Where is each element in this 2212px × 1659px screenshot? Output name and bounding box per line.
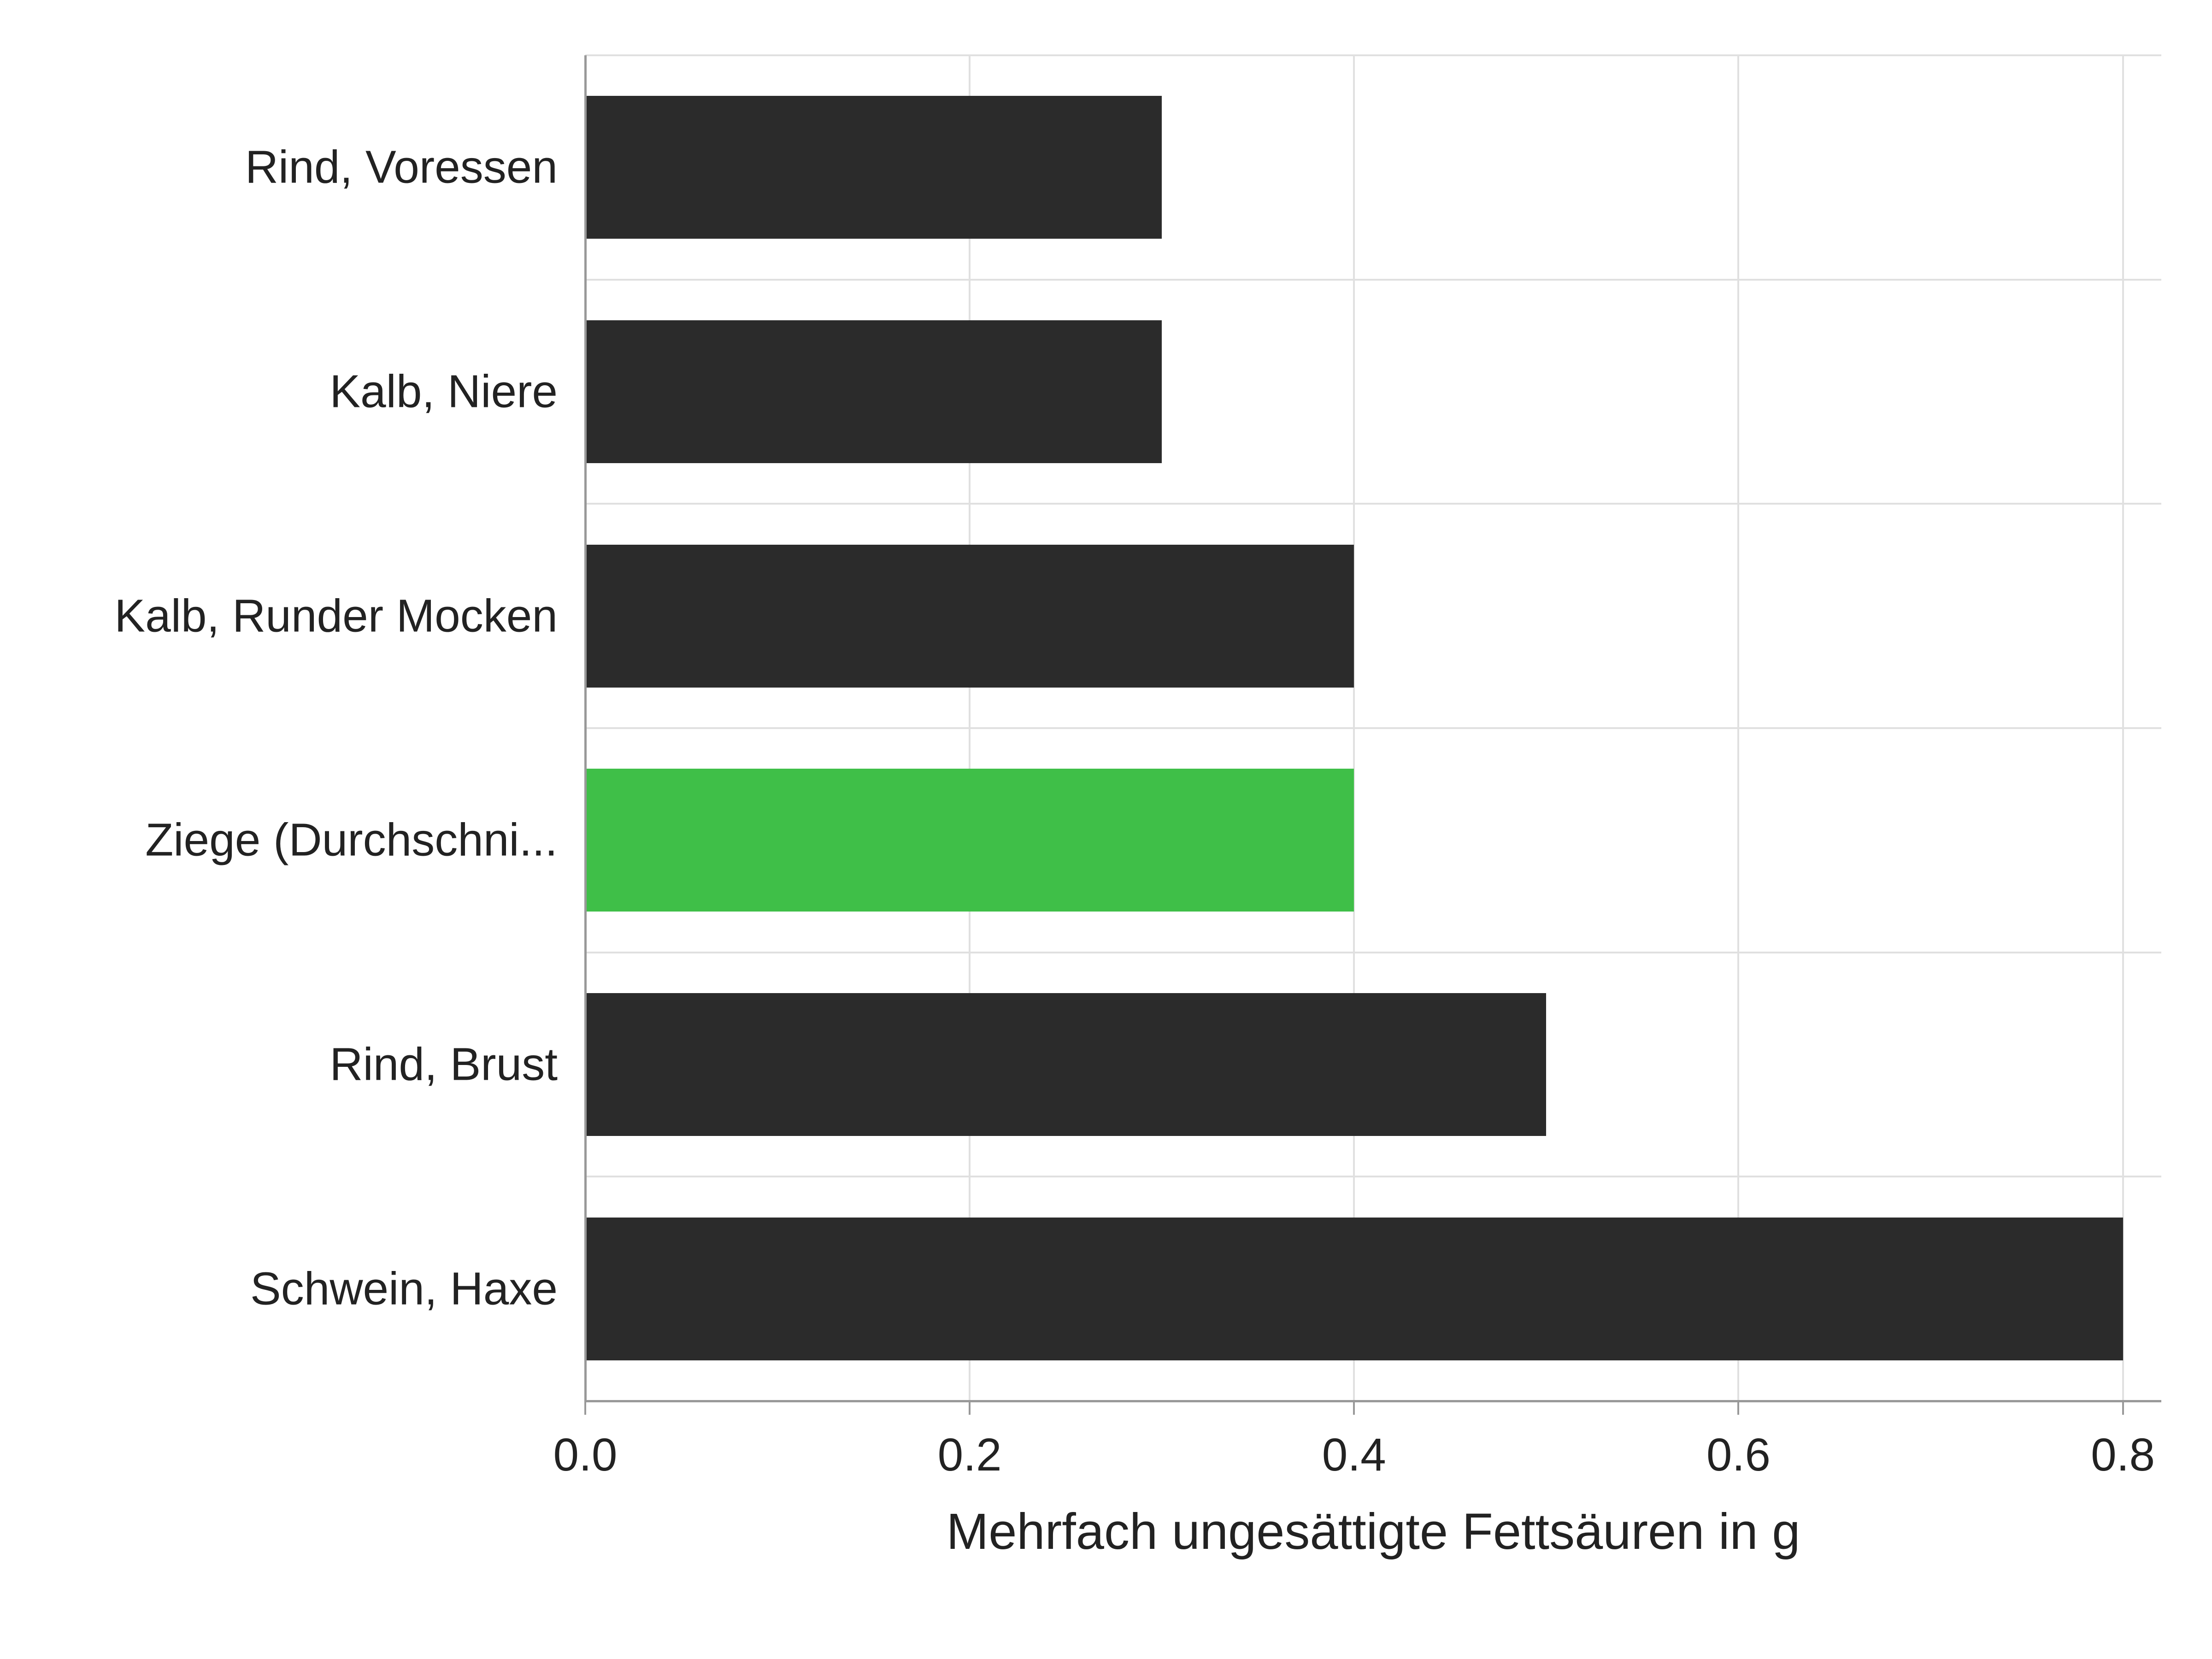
x-axis-line	[585, 1400, 2161, 1402]
y-tick-label: Ziege (Durchschni...	[145, 814, 558, 867]
gridline-horizontal	[585, 727, 2161, 729]
x-tick-mark	[969, 1401, 971, 1415]
x-axis-label: Mehrfach ungesättigte Fettsäuren in g	[585, 1502, 2161, 1561]
y-tick-label: Rind, Voressen	[245, 141, 558, 194]
gridline-horizontal	[585, 279, 2161, 281]
x-tick-mark	[2122, 1401, 2124, 1415]
gridline-horizontal	[585, 952, 2161, 953]
x-tick-label: 0.6	[1706, 1429, 1771, 1482]
x-tick-label: 0.0	[553, 1429, 617, 1482]
x-tick-mark	[1737, 1401, 1739, 1415]
y-axis-line	[584, 55, 587, 1401]
x-tick-label: 0.4	[1322, 1429, 1386, 1482]
chart-bar	[585, 769, 1354, 912]
chart-bar	[585, 320, 1162, 463]
gridline-horizontal	[585, 1176, 2161, 1177]
y-tick-label: Kalb, Niere	[329, 365, 558, 418]
y-tick-label: Kalb, Runder Mocken	[114, 589, 558, 642]
chart-container: Rind, Voressen Kalb, Niere Kalb, Runder Mo…	[0, 0, 2212, 1659]
chart-bar	[585, 545, 1354, 688]
y-tick-label: Schwein, Haxe	[250, 1262, 558, 1315]
y-tick-label: Rind, Brust	[329, 1038, 558, 1091]
plot-area	[585, 55, 2161, 1401]
gridline-horizontal	[585, 503, 2161, 505]
chart-bar	[585, 1218, 2123, 1360]
chart-bar	[585, 96, 1162, 239]
gridline-horizontal	[585, 54, 2161, 56]
chart-bar	[585, 993, 1546, 1136]
x-tick-label: 0.8	[2091, 1429, 2155, 1482]
x-tick-mark	[1353, 1401, 1355, 1415]
x-tick-label: 0.2	[938, 1429, 1002, 1482]
x-tick-mark	[584, 1401, 586, 1415]
